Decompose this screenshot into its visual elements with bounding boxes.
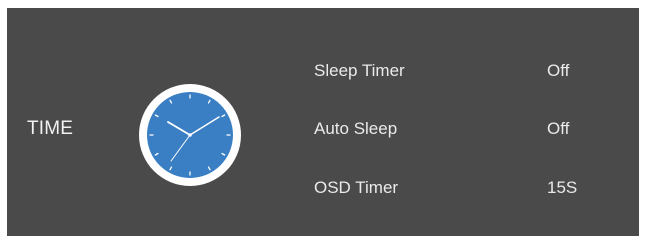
menu-item-label: OSD Timer [314, 178, 399, 197]
clock-icon [137, 82, 243, 188]
menu-item-value[interactable]: Off [547, 61, 569, 81]
menu-item-label: Sleep Timer [314, 61, 405, 80]
menu-item-value[interactable]: 15S [547, 178, 577, 198]
menu-item-sleep-timer[interactable]: Sleep Timer Off [314, 61, 614, 87]
menu-item-label: Auto Sleep [314, 119, 398, 138]
menu-item-value[interactable]: Off [547, 119, 569, 139]
menu-item-osd-timer[interactable]: OSD Timer 15S [314, 178, 614, 204]
category-title: TIME [27, 118, 74, 139]
osd-time-menu: TIME Sleep Timer Off Auto Sleep Off OSD … [7, 8, 639, 236]
menu-item-auto-sleep[interactable]: Auto Sleep Off [314, 119, 614, 145]
